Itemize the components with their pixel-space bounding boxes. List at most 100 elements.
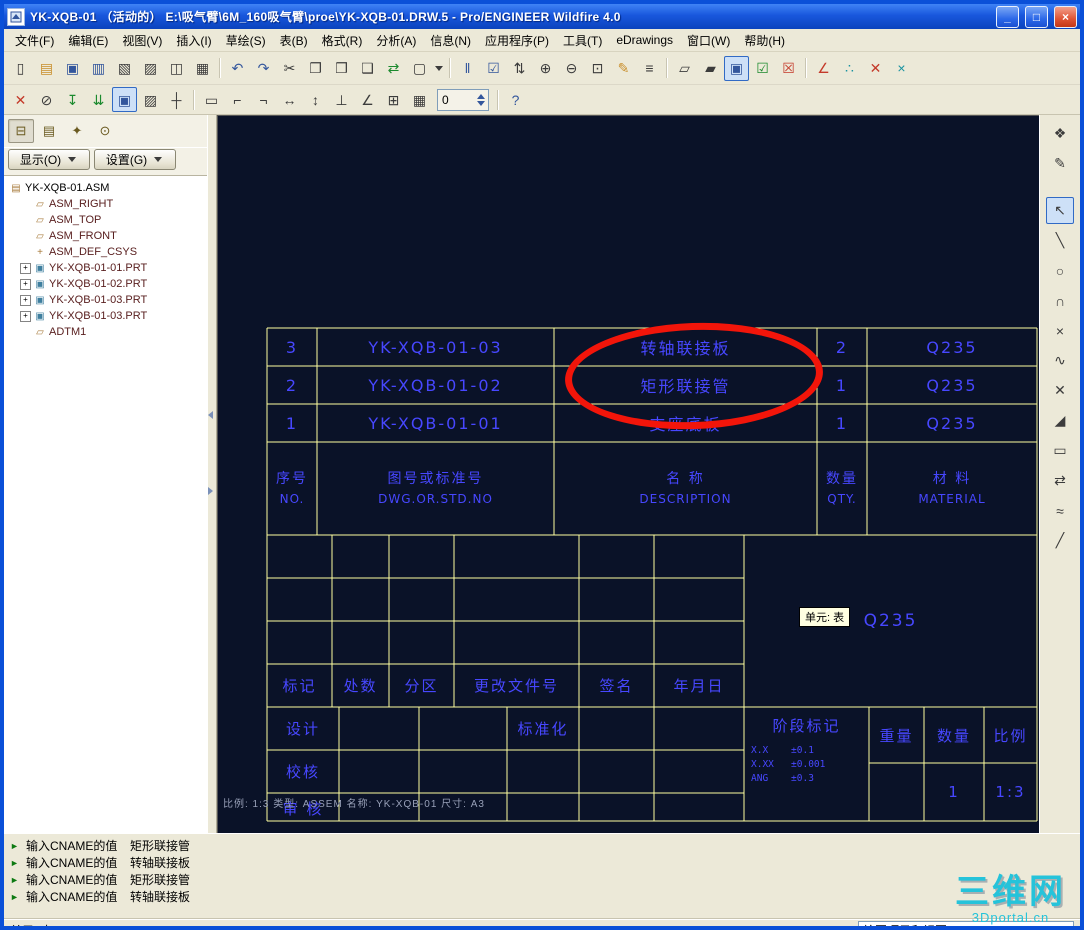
regenerate-button[interactable]: ⇄ — [381, 56, 406, 81]
menu-applications[interactable]: 应用程序(P) — [478, 30, 556, 51]
menu-tools[interactable]: 工具(T) — [556, 30, 609, 51]
expand-icon[interactable]: + — [20, 278, 31, 290]
bom-cell-no[interactable]: 2 — [267, 366, 317, 404]
tree-item-part-2[interactable]: + ▣ YK-XQB-01-02.PRT — [6, 276, 205, 292]
cut-button[interactable]: ✂ — [277, 56, 302, 81]
panel-splitter[interactable] — [207, 115, 217, 833]
bom-header-code[interactable]: 图号或标准号 DWG.OR.STD.NO — [317, 442, 554, 535]
tree-item-adtm1[interactable]: ▱ ADTM1 — [6, 324, 205, 340]
collapse-right-icon[interactable] — [208, 487, 214, 495]
tree-item-asm-top[interactable]: ▱ ASM_TOP — [6, 212, 205, 228]
circle-tool-button[interactable]: ○ — [1046, 257, 1074, 284]
angle-dim-button[interactable]: ∠ — [355, 87, 380, 112]
delete-versions-button[interactable]: ▨ — [138, 56, 163, 81]
stepper-down-icon[interactable] — [477, 100, 485, 106]
value-stepper-input[interactable] — [439, 92, 475, 107]
edrawings-publish-button[interactable]: ❖ — [1046, 120, 1074, 147]
bom-cell-code[interactable]: YK-XQB-01-03 — [317, 328, 554, 366]
construction-line-button[interactable]: ╱ — [1046, 527, 1074, 554]
menu-window[interactable]: 窗口(W) — [680, 30, 737, 51]
bom-cell-no[interactable]: 1 — [267, 404, 317, 442]
favorites-tab-icon[interactable]: ✦ — [64, 119, 90, 143]
rev-header-date[interactable]: 年月日 — [654, 664, 744, 707]
mirror-tool-button[interactable]: ⇄ — [1046, 467, 1074, 494]
tree-item-part-1[interactable]: + ▣ YK-XQB-01-01.PRT — [6, 260, 205, 276]
new-file-button[interactable]: ▯ — [8, 56, 33, 81]
tree-root[interactable]: ▤ YK-XQB-01.ASM — [6, 180, 205, 196]
undo-button[interactable]: ↶ — [225, 56, 250, 81]
expand-icon[interactable]: + — [20, 310, 31, 322]
menu-edrawings[interactable]: eDrawings — [609, 31, 680, 49]
zoom-refit-button[interactable]: ⊡ — [585, 56, 610, 81]
bom-cell-qty[interactable]: 1 — [817, 404, 867, 442]
align-right-button[interactable]: ¬ — [251, 87, 276, 112]
drawing-canvas[interactable]: 3 YK-XQB-01-03 转轴联接板 2 Q235 2 YK-XQB-01-… — [217, 115, 1039, 833]
dim-horizontal-button[interactable]: ↔ — [277, 87, 302, 112]
redo-button[interactable]: ↷ — [251, 56, 276, 81]
delete-button[interactable]: ✕ — [8, 87, 33, 112]
menu-format[interactable]: 格式(R) — [315, 30, 370, 51]
shaded-view-button[interactable]: ▰ — [698, 56, 723, 81]
bom-header-name[interactable]: 名 称 DESCRIPTION — [554, 442, 817, 535]
value-stepper[interactable] — [437, 88, 489, 111]
bom-header-material[interactable]: 材 料 MATERIAL — [867, 442, 1037, 535]
window-copy-button[interactable]: ◫ — [164, 56, 189, 81]
search-folder-tab-icon[interactable]: ⊙ — [92, 119, 118, 143]
bom-cell-qty[interactable]: 2 — [817, 328, 867, 366]
titleblock-weight-label[interactable]: 重量 — [869, 707, 924, 763]
menu-sketch[interactable]: 草绘(S) — [219, 30, 273, 51]
bom-cell-no[interactable]: 3 — [267, 328, 317, 366]
chamfer-tool-button[interactable]: ◢ — [1046, 407, 1074, 434]
titleblock-qty-value[interactable]: 1 — [924, 763, 984, 821]
copy-button[interactable]: ❐ — [303, 56, 328, 81]
settings-dropdown-button[interactable]: 设置(G) — [94, 149, 176, 170]
offset-tool-button[interactable]: ≈ — [1046, 497, 1074, 524]
save-copy-button[interactable]: ▥ — [86, 56, 111, 81]
titlebar[interactable]: YK-XQB-01 （活动的） E:\吸气臂\6M_160吸气臂\proe\YK… — [4, 4, 1080, 29]
zoom-in-button[interactable]: ⊕ — [533, 56, 558, 81]
rev-header-mark[interactable]: 标记 — [267, 664, 332, 707]
menu-table[interactable]: 表(B) — [273, 30, 315, 51]
drawing-cancel-button[interactable]: ☒ — [776, 56, 801, 81]
edrawings-markup-button[interactable]: ✎ — [1046, 150, 1074, 177]
bom-cell-material[interactable]: Q235 — [867, 404, 1037, 442]
menu-edit[interactable]: 编辑(E) — [61, 30, 115, 51]
menu-analysis[interactable]: 分析(A) — [369, 30, 423, 51]
lock-button[interactable]: ⊘ — [34, 87, 59, 112]
angle-tool-button[interactable]: ∠ — [811, 56, 836, 81]
arc-tool-button[interactable]: ∩ — [1046, 287, 1074, 314]
sheet-setup-button[interactable]: ▭ — [199, 87, 224, 112]
open-button[interactable]: ▤ — [34, 56, 59, 81]
drawing-accept-button[interactable]: ☑ — [750, 56, 775, 81]
titleblock-qty-label[interactable]: 数量 — [924, 707, 984, 763]
print-button[interactable]: ▦ — [190, 56, 215, 81]
pause-button[interactable]: ‖ — [455, 56, 480, 81]
perpendicular-button[interactable]: ⊥ — [329, 87, 354, 112]
spline-tool-button[interactable]: ∿ — [1046, 347, 1074, 374]
bom-cell-qty[interactable]: 1 — [817, 366, 867, 404]
tree-item-asm-right[interactable]: ▱ ASM_RIGHT — [6, 196, 205, 212]
default-view-button[interactable]: ▱ — [672, 56, 697, 81]
model-tree-tab-icon[interactable]: ⊟ — [8, 119, 34, 143]
menu-file[interactable]: 文件(F) — [8, 30, 61, 51]
rev-header-signature[interactable]: 签名 — [579, 664, 654, 707]
collapse-left-icon[interactable] — [208, 411, 214, 419]
line-tool-button[interactable]: ╲ — [1046, 227, 1074, 254]
hatch-button[interactable]: ▨ — [138, 87, 163, 112]
bom-cell-material[interactable]: Q235 — [867, 328, 1037, 366]
expand-icon[interactable]: + — [20, 262, 31, 274]
stepper-up-icon[interactable] — [477, 93, 485, 99]
datum-display-button[interactable]: ☑ — [481, 56, 506, 81]
tree-item-part-4[interactable]: + ▣ YK-XQB-01-03.PRT — [6, 308, 205, 324]
delete-tool-button[interactable]: ✕ — [863, 56, 888, 81]
titleblock-scale-value[interactable]: 1:3 — [984, 763, 1037, 821]
import-button[interactable]: ↧ — [60, 87, 85, 112]
zoom-out-button[interactable]: ⊖ — [559, 56, 584, 81]
bom-header-qty[interactable]: 数量 QTY. — [817, 442, 867, 535]
rev-header-count[interactable]: 处数 — [332, 664, 389, 707]
align-left-button[interactable]: ⌐ — [225, 87, 250, 112]
dim-vertical-button[interactable]: ↕ — [303, 87, 328, 112]
titleblock-check-label[interactable]: 校核 — [267, 750, 339, 793]
expand-icon[interactable]: + — [20, 294, 31, 306]
update-tables-button[interactable]: ⇊ — [86, 87, 111, 112]
